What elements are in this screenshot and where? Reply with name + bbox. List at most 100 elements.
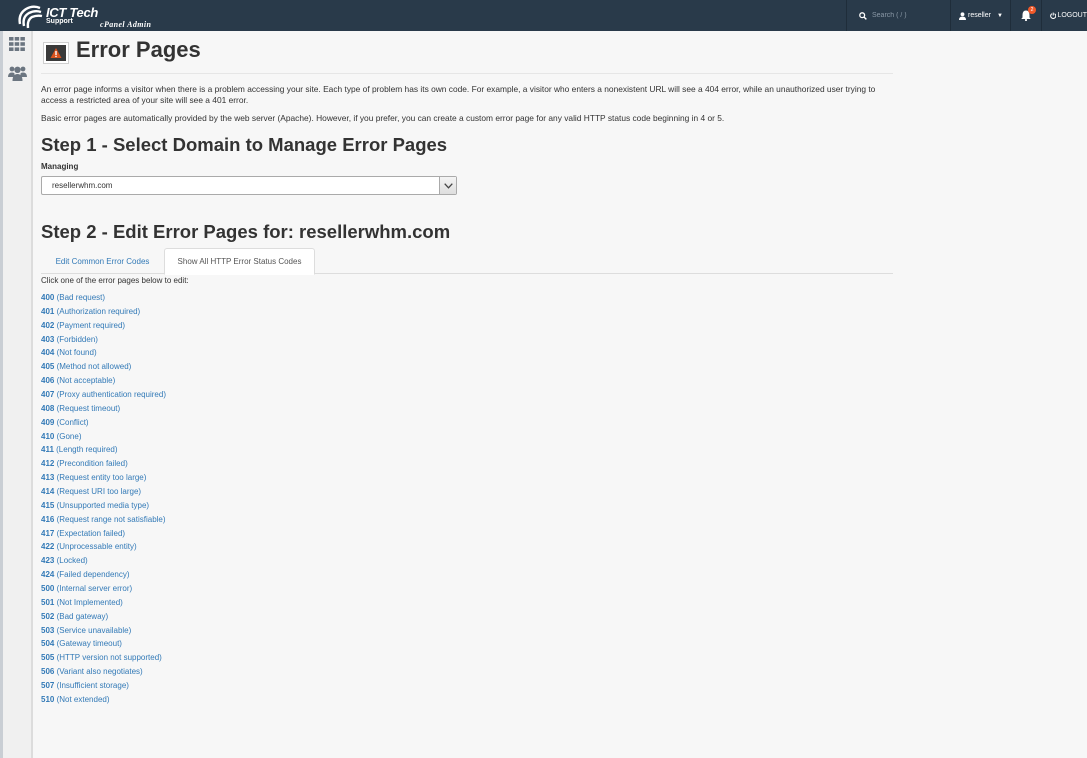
error-code-link[interactable]: 400 (Bad request): [41, 291, 166, 305]
error-code-label: (Unsupported media type): [56, 500, 150, 510]
grid-icon[interactable]: [9, 37, 25, 51]
error-code-link[interactable]: 416 (Request range not satisfiable): [41, 513, 166, 527]
error-code-label: (Proxy authentication required): [56, 390, 166, 400]
error-code-link[interactable]: 411 (Length required): [41, 443, 166, 457]
error-code-link[interactable]: 424 (Failed dependency): [41, 568, 166, 582]
chevron-down-icon: [443, 182, 453, 189]
error-code-number: 407: [41, 390, 55, 400]
error-code-label: (Request timeout): [56, 403, 121, 413]
error-code-number: 410: [41, 431, 55, 441]
search-icon: [859, 11, 867, 20]
search-box[interactable]: [846, 0, 950, 31]
error-code-link[interactable]: 406 (Not acceptable): [41, 374, 166, 388]
error-code-number: 422: [41, 542, 55, 552]
error-code-link[interactable]: 415 (Unsupported media type): [41, 499, 166, 513]
basic-pages-description: Basic error pages are automatically prov…: [41, 113, 725, 123]
error-code-label: (Authorization required): [56, 306, 141, 316]
error-code-label: (Bad gateway): [56, 611, 109, 621]
error-code-number: 424: [41, 570, 55, 580]
error-code-link[interactable]: 404 (Not found): [41, 346, 166, 360]
logout-label: LOGOUT: [1057, 12, 1087, 19]
error-code-number: 411: [41, 445, 54, 455]
error-code-number: 403: [41, 334, 55, 344]
error-code-link[interactable]: 413 (Request entity too large): [41, 471, 166, 485]
chevron-down-icon: ▼: [996, 12, 1003, 19]
error-code-link[interactable]: 507 (Insufficient storage): [41, 679, 166, 693]
error-code-link[interactable]: 423 (Locked): [41, 554, 166, 568]
error-code-label: (Insufficient storage): [56, 681, 129, 691]
error-code-number: 415: [41, 500, 55, 510]
navbar-right: reseller ▼ 2 LOGOUT: [846, 0, 1087, 31]
logout-button[interactable]: LOGOUT: [1041, 0, 1087, 31]
error-code-label: (Locked): [56, 556, 88, 566]
error-code-link[interactable]: 410 (Gone): [41, 430, 166, 444]
error-code-link[interactable]: 409 (Conflict): [41, 416, 166, 430]
user-name: reseller: [968, 12, 991, 19]
error-code-number: 503: [41, 625, 55, 635]
error-code-label: (Forbidden): [56, 334, 98, 344]
error-code-label: (Not extended): [56, 694, 110, 704]
error-code-label: (Request entity too large): [56, 473, 147, 483]
step1-heading: Step 1 - Select Domain to Manage Error P…: [41, 134, 448, 155]
error-code-link[interactable]: 501 (Not Implemented): [41, 596, 166, 610]
error-code-link[interactable]: 417 (Expectation failed): [41, 527, 166, 541]
domain-select-value: resellerwhm.com: [52, 181, 113, 190]
error-code-link[interactable]: 504 (Gateway timeout): [41, 637, 166, 651]
error-code-link[interactable]: 414 (Request URI too large): [41, 485, 166, 499]
error-code-number: 504: [41, 639, 55, 649]
search-input[interactable]: [872, 12, 942, 19]
error-code-link[interactable]: 412 (Precondition failed): [41, 457, 166, 471]
error-code-link[interactable]: 500 (Internal server error): [41, 582, 166, 596]
logo-subtitle: cPanel Admin: [100, 20, 152, 29]
error-code-label: (Unprocessable entity): [56, 542, 137, 552]
error-code-link[interactable]: 408 (Request timeout): [41, 402, 166, 416]
error-code-number: 417: [41, 528, 55, 538]
users-icon[interactable]: [8, 65, 27, 81]
error-code-label: (Request range not satisfiable): [56, 514, 166, 524]
user-menu[interactable]: reseller ▼: [950, 0, 1010, 31]
error-code-label: (Expectation failed): [56, 528, 126, 538]
error-code-link[interactable]: 422 (Unprocessable entity): [41, 540, 166, 554]
domain-select[interactable]: resellerwhm.com: [41, 176, 457, 195]
error-code-label: (Gateway timeout): [56, 639, 122, 649]
error-code-label: (Bad request): [56, 293, 106, 302]
logo-support: Support: [46, 18, 73, 25]
brand-logo[interactable]: ICT Tech Support cPanel Admin: [14, 2, 174, 30]
error-code-link[interactable]: 407 (Proxy authentication required): [41, 388, 166, 402]
error-code-label: (Request URI too large): [56, 487, 142, 497]
select-dropdown-button[interactable]: [439, 177, 456, 194]
error-code-number: 505: [41, 653, 55, 663]
intro-description: An error page informs a visitor when the…: [41, 84, 876, 105]
error-code-number: 404: [41, 348, 55, 358]
error-code-number: 501: [41, 597, 55, 607]
error-code-link[interactable]: 503 (Service unavailable): [41, 624, 166, 638]
header-icon-frame: [43, 42, 69, 64]
error-code-label: (Internal server error): [56, 584, 133, 594]
error-code-link[interactable]: 401 (Authorization required): [41, 305, 166, 319]
error-code-link[interactable]: 403 (Forbidden): [41, 333, 166, 347]
error-code-label: (Not found): [56, 348, 97, 358]
error-code-number: 402: [41, 320, 55, 330]
error-code-link[interactable]: 505 (HTTP version not supported): [41, 651, 166, 665]
error-code-number: 507: [41, 681, 55, 691]
error-code-number: 416: [41, 514, 55, 524]
notifications-button[interactable]: 2: [1010, 0, 1041, 31]
error-code-link[interactable]: 405 (Method not allowed): [41, 360, 166, 374]
left-sidebar: [3, 31, 33, 758]
error-code-tabs: Edit Common Error Codes Show All HTTP Er…: [41, 248, 893, 275]
error-code-link[interactable]: 502 (Bad gateway): [41, 610, 166, 624]
error-code-number: 401: [41, 306, 55, 316]
error-code-link[interactable]: 510 (Not extended): [41, 693, 166, 707]
tab-common-error-codes[interactable]: Edit Common Error Codes: [41, 248, 164, 274]
error-code-link[interactable]: 506 (Variant also negotiates): [41, 665, 166, 679]
error-code-label: (Conflict): [56, 417, 89, 427]
error-code-link[interactable]: 402 (Payment required): [41, 319, 166, 333]
error-code-number: 405: [41, 362, 55, 372]
error-code-label: (Method not allowed): [56, 362, 132, 372]
tab-all-error-codes[interactable]: Show All HTTP Error Status Codes: [164, 248, 315, 275]
error-code-number: 502: [41, 611, 55, 621]
error-code-number: 414: [41, 487, 55, 497]
error-code-label: (Not Implemented): [56, 597, 123, 607]
power-icon: [1050, 12, 1057, 19]
error-code-number: 412: [41, 459, 55, 469]
